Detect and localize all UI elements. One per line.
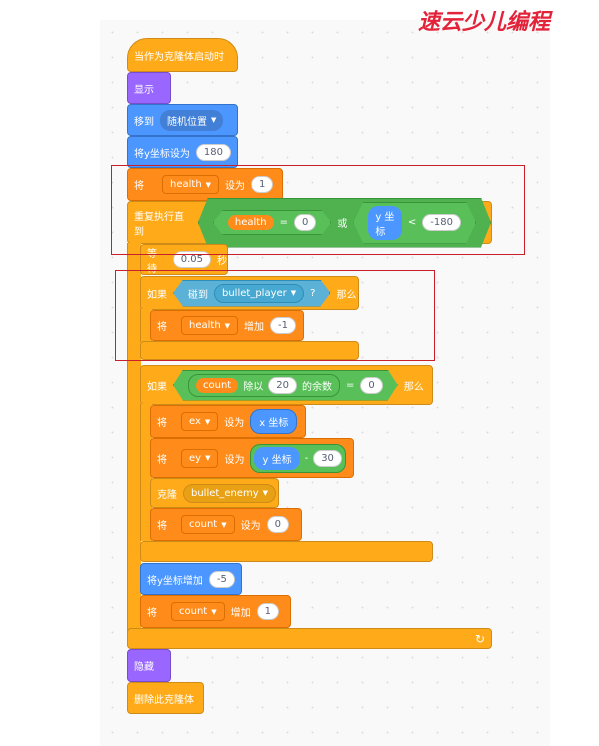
x-position-reporter[interactable]: x 坐标 bbox=[250, 409, 298, 434]
ey-dropdown[interactable]: ey ▼ bbox=[181, 448, 219, 468]
set-label: 将 bbox=[157, 418, 167, 429]
chevron-down-icon: ▼ bbox=[221, 520, 227, 529]
hide-label: 隐藏 bbox=[134, 662, 154, 673]
subtract-input[interactable]: 30 bbox=[313, 449, 342, 467]
if-mod-block[interactable]: 如果 count 除以 20 的余数 = 0 那么 bbox=[140, 365, 433, 405]
eq-value[interactable]: 0 bbox=[360, 377, 382, 394]
subtract-reporter[interactable]: y 坐标 -30 bbox=[250, 443, 346, 473]
highlight-box bbox=[111, 165, 525, 255]
set-label: 将 bbox=[157, 454, 167, 466]
y-position-reporter[interactable]: y 坐标 bbox=[254, 446, 300, 470]
mod-label: 除以 bbox=[243, 381, 264, 393]
count-dropdown[interactable]: count ▼ bbox=[171, 602, 225, 621]
hide-block[interactable]: 隐藏 bbox=[127, 649, 171, 682]
set-y-block[interactable]: 将y坐标设为 180 bbox=[127, 136, 238, 168]
show-block[interactable]: 显示 bbox=[127, 72, 171, 104]
rem-label: 的余数 bbox=[301, 381, 332, 393]
create-clone-block[interactable]: 克隆 bullet_enemy ▼ bbox=[150, 478, 279, 508]
change-y-block[interactable]: 将y坐标增加 -5 bbox=[140, 563, 242, 595]
eq-sign: = bbox=[345, 379, 355, 391]
clone-dropdown[interactable]: bullet_enemy ▼ bbox=[183, 483, 277, 503]
op-label: 增加 bbox=[230, 608, 251, 619]
goto-target-dropdown[interactable]: 随机位置 ▼ bbox=[160, 109, 224, 131]
set-y-input[interactable]: 180 bbox=[195, 143, 232, 161]
then-label: 那么 bbox=[403, 381, 424, 393]
set-label: 将 bbox=[157, 521, 167, 532]
count-reporter[interactable]: count bbox=[196, 378, 238, 393]
chevron-down-icon: ▼ bbox=[204, 417, 211, 426]
hat-label: 当作为克隆体启动时 bbox=[134, 51, 224, 63]
var-name: count bbox=[189, 519, 218, 530]
change-y-input[interactable]: -5 bbox=[208, 570, 235, 588]
ex-dropdown[interactable]: ex ▼ bbox=[181, 412, 219, 431]
logo: 速云少儿编程 bbox=[418, 10, 551, 35]
goto-block[interactable]: 移到 随机位置 ▼ bbox=[127, 104, 238, 136]
show-label: 显示 bbox=[134, 84, 154, 96]
change-y-label: 将y坐标增加 bbox=[147, 575, 203, 587]
if-label: 如果 bbox=[147, 381, 167, 393]
goto-label: 移到 bbox=[134, 116, 154, 128]
when-start-as-clone-block[interactable]: 当作为克隆体启动时 bbox=[127, 38, 238, 72]
clone-target: bullet_enemy bbox=[191, 487, 259, 499]
change-count-block[interactable]: 将 count ▼ 增加 1 bbox=[140, 595, 291, 628]
set-count-block[interactable]: 将 count ▼ 设为 0 bbox=[150, 508, 302, 541]
delete-label: 删除此克隆体 bbox=[134, 694, 194, 706]
op-label: 设为 bbox=[224, 454, 245, 466]
highlight-box bbox=[115, 270, 435, 361]
set-ex-block[interactable]: 将 ex ▼ 设为 x 坐标 bbox=[150, 405, 306, 438]
chevron-down-icon: ▼ bbox=[262, 489, 269, 497]
var-name: ey bbox=[189, 452, 202, 464]
op-label: 设为 bbox=[224, 418, 245, 429]
value-input[interactable]: 1 bbox=[256, 603, 279, 620]
set-y-label: 将y坐标设为 bbox=[134, 148, 190, 160]
count-dropdown[interactable]: count ▼ bbox=[181, 515, 235, 534]
op-label: 设为 bbox=[240, 521, 261, 532]
clone-label: 克隆 bbox=[157, 489, 177, 501]
mod-input[interactable]: 20 bbox=[268, 377, 297, 394]
var-name: ex bbox=[189, 416, 201, 427]
chevron-down-icon: ▼ bbox=[211, 116, 217, 124]
var-name: count bbox=[179, 606, 208, 617]
delete-clone-block[interactable]: 删除此克隆体 bbox=[127, 682, 204, 714]
mod-reporter[interactable]: count 除以 20 的余数 bbox=[188, 374, 340, 397]
goto-target: 随机位置 bbox=[167, 116, 207, 128]
minus-sign: - bbox=[304, 452, 309, 464]
loop-arrow-icon: ↻ bbox=[474, 631, 485, 646]
if-bottom bbox=[140, 541, 433, 562]
repeat-bottom: ↻ bbox=[127, 628, 492, 649]
chevron-down-icon: ▼ bbox=[211, 607, 217, 616]
value-input[interactable]: 0 bbox=[266, 516, 289, 533]
chevron-down-icon: ▼ bbox=[205, 454, 211, 462]
equals-condition[interactable]: count 除以 20 的余数 = 0 bbox=[173, 370, 398, 401]
change-label: 将 bbox=[147, 608, 157, 619]
set-ey-block[interactable]: 将 ey ▼ 设为 y 坐标 -30 bbox=[150, 438, 354, 478]
